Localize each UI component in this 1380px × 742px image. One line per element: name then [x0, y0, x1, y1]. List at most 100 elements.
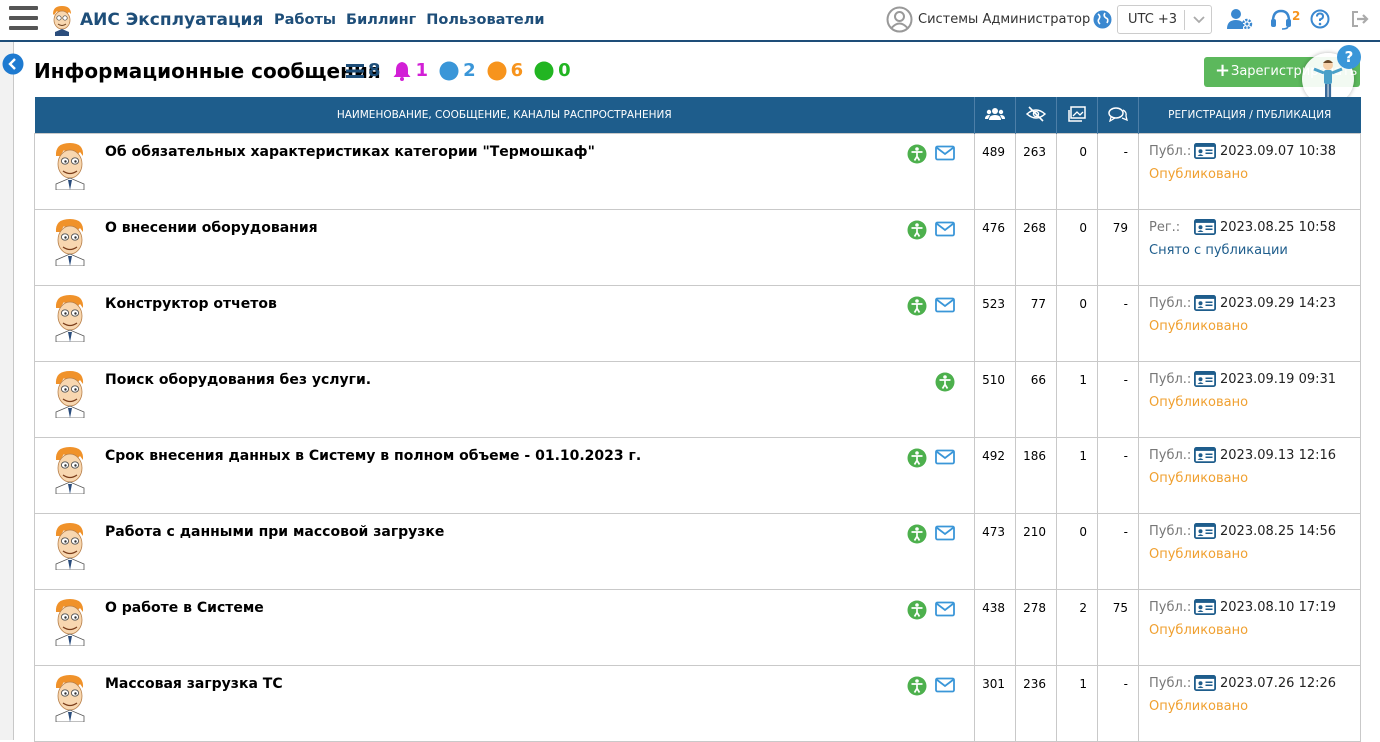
support-headset-icon[interactable]: [1270, 8, 1292, 30]
message-cell[interactable]: Конструктор отчетов: [34, 285, 975, 362]
counter-blue[interactable]: 2: [439, 60, 476, 81]
accessibility-channel-icon[interactable]: [907, 144, 927, 164]
col-header-attachments[interactable]: [1056, 97, 1098, 134]
user-settings-icon[interactable]: [1227, 8, 1253, 30]
publication-status[interactable]: Снято с публикации: [1149, 243, 1288, 258]
publication-date: 2023.08.25 14:56: [1220, 524, 1337, 539]
publication-status[interactable]: Опубликовано: [1149, 547, 1248, 562]
accessibility-channel-icon[interactable]: [907, 448, 927, 468]
table-row[interactable]: Поиск оборудования без услуги. 510 66 1 …: [34, 361, 1361, 438]
assistant-help-icon[interactable]: ?: [1337, 45, 1361, 69]
accessibility-channel-icon[interactable]: [907, 524, 927, 544]
email-channel-icon[interactable]: [935, 145, 955, 161]
publication-date: 2023.09.19 09:31: [1220, 372, 1337, 387]
message-title[interactable]: Работа с данными при массовой загрузке: [105, 524, 444, 540]
attachments-count: 1: [1056, 665, 1098, 742]
message-title[interactable]: Срок внесения данных в Систему в полном …: [105, 448, 641, 464]
table-row[interactable]: Массовая загрузка ТС 301 236 1 - Публ.:: [34, 665, 1361, 742]
col-header-main[interactable]: НАИМЕНОВАНИЕ, СООБЩЕНИЕ, КАНАЛЫ РАСПРОСТ…: [34, 97, 975, 134]
recipients-count: 492: [974, 437, 1016, 514]
help-icon[interactable]: [1310, 9, 1330, 29]
table-row[interactable]: О внесении оборудования 476 268 0 79 Рег…: [34, 209, 1361, 286]
accessibility-channel-icon[interactable]: [907, 220, 927, 240]
counter-green-value: 0: [558, 60, 571, 81]
counter-orange-value: 6: [510, 60, 524, 81]
publication-status[interactable]: Опубликовано: [1149, 319, 1248, 334]
message-cell[interactable]: Об обязательных характеристиках категори…: [34, 133, 975, 210]
accessibility-channel-icon[interactable]: [935, 372, 955, 392]
green-dot-icon: [534, 61, 554, 80]
message-title[interactable]: О работе в Системе: [105, 600, 264, 616]
message-cell[interactable]: Массовая загрузка ТС: [34, 665, 975, 742]
id-card-icon[interactable]: [1194, 371, 1216, 387]
logout-icon[interactable]: [1350, 9, 1370, 29]
email-channel-icon[interactable]: [935, 601, 955, 617]
author-avatar: [55, 295, 85, 342]
accessibility-channel-icon[interactable]: [907, 600, 927, 620]
col-header-registration[interactable]: РЕГИСТРАЦИЯ / ПУБЛИКАЦИЯ: [1138, 97, 1361, 134]
nav-billing[interactable]: Биллинг: [346, 12, 416, 28]
id-card-icon[interactable]: [1194, 143, 1216, 159]
publication-status[interactable]: Опубликовано: [1149, 699, 1248, 714]
author-avatar: [55, 371, 85, 418]
messages-table: НАИМЕНОВАНИЕ, СООБЩЕНИЕ, КАНАЛЫ РАСПРОСТ…: [34, 97, 1361, 742]
nav-works[interactable]: Работы: [274, 12, 336, 28]
message-title[interactable]: Поиск оборудования без услуги.: [105, 372, 371, 388]
counter-green[interactable]: 0: [534, 60, 571, 81]
col-header-recipients[interactable]: [974, 97, 1016, 134]
accessibility-channel-icon[interactable]: [907, 296, 927, 316]
publication-status[interactable]: Опубликовано: [1149, 395, 1248, 410]
counter-total-value: 8: [368, 60, 381, 81]
plus-icon: +: [1215, 60, 1231, 81]
id-card-icon[interactable]: [1194, 675, 1216, 691]
message-cell[interactable]: О работе в Системе: [34, 589, 975, 666]
publication-status[interactable]: Опубликовано: [1149, 623, 1248, 638]
id-card-icon[interactable]: [1194, 295, 1216, 311]
id-card-icon[interactable]: [1194, 523, 1216, 539]
id-card-icon[interactable]: [1194, 599, 1216, 615]
table-row[interactable]: Работа с данными при массовой загрузке 4…: [34, 513, 1361, 590]
app-title[interactable]: АИС Эксплуатация: [80, 10, 263, 30]
table-row[interactable]: О работе в Системе 438 278 2 75 Публ.: 2…: [34, 589, 1361, 666]
counter-orange[interactable]: 6: [487, 60, 524, 81]
unread-count: 186: [1015, 437, 1057, 514]
id-card-icon[interactable]: [1194, 447, 1216, 463]
message-cell[interactable]: Поиск оборудования без услуги.: [34, 361, 975, 438]
email-channel-icon[interactable]: [935, 221, 955, 237]
id-card-icon[interactable]: [1194, 219, 1216, 235]
message-title[interactable]: Конструктор отчетов: [105, 296, 277, 312]
message-title[interactable]: О внесении оборудования: [105, 220, 318, 236]
message-cell[interactable]: Срок внесения данных в Систему в полном …: [34, 437, 975, 514]
accessibility-channel-icon[interactable]: [907, 676, 927, 696]
user-name[interactable]: Системы Администратор: [918, 12, 1090, 27]
user-avatar-icon[interactable]: [886, 6, 913, 33]
table-row[interactable]: Конструктор отчетов 523 77 0 - Публ.: 20…: [34, 285, 1361, 362]
message-title[interactable]: Об обязательных характеристиках категори…: [105, 144, 595, 160]
attachments-count: 2: [1056, 589, 1098, 666]
timezone-select[interactable]: UTC +3: [1117, 5, 1212, 34]
message-cell[interactable]: О внесении оборудования: [34, 209, 975, 286]
email-channel-icon[interactable]: [935, 297, 955, 313]
menu-icon[interactable]: [9, 6, 38, 32]
comments-count: -: [1097, 285, 1139, 362]
recipients-count: 301: [974, 665, 1016, 742]
publication-status[interactable]: Опубликовано: [1149, 167, 1248, 182]
email-channel-icon[interactable]: [935, 449, 955, 465]
publication-cell: Рег.: 2023.08.25 10:58 Снято с публикаци…: [1138, 209, 1361, 286]
col-header-comments[interactable]: [1097, 97, 1139, 134]
counter-notifications[interactable]: 1: [392, 60, 428, 81]
images-icon: [1068, 105, 1086, 122]
message-title[interactable]: Массовая загрузка ТС: [105, 676, 283, 692]
publication-date: 2023.09.29 14:23: [1220, 296, 1337, 311]
nav-users[interactable]: Пользователи: [426, 12, 544, 28]
col-header-unread[interactable]: [1015, 97, 1057, 134]
table-row[interactable]: Срок внесения данных в Систему в полном …: [34, 437, 1361, 514]
collapse-sidebar-icon[interactable]: [2, 53, 24, 75]
publication-status[interactable]: Опубликовано: [1149, 471, 1248, 486]
email-channel-icon[interactable]: [935, 525, 955, 541]
table-row[interactable]: Об обязательных характеристиках категори…: [34, 133, 1361, 210]
email-channel-icon[interactable]: [935, 677, 955, 693]
counter-total[interactable]: 8: [346, 60, 381, 81]
message-cell[interactable]: Работа с данными при массовой загрузке: [34, 513, 975, 590]
orange-dot-icon: [487, 61, 507, 80]
